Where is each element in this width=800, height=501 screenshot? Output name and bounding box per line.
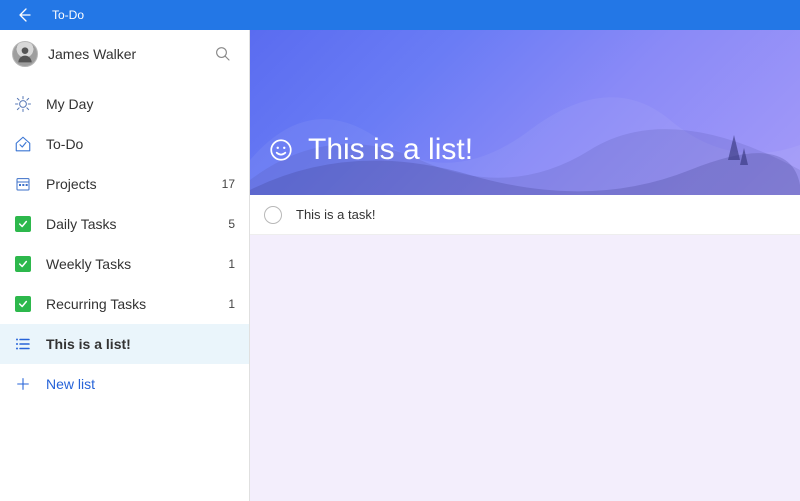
search-icon: [214, 45, 232, 63]
plus-icon: [14, 375, 32, 393]
back-button[interactable]: [0, 0, 48, 30]
username: James Walker: [48, 46, 199, 62]
green-check-icon: [14, 255, 32, 273]
main-pane: This is a list! This is a task!: [250, 30, 800, 501]
sidebar-item-my-day[interactable]: My Day: [0, 84, 249, 124]
sidebar-item-recurring-tasks[interactable]: Recurring Tasks 1: [0, 284, 249, 324]
arrow-left-icon: [16, 7, 32, 23]
sidebar-item-count: 1: [221, 297, 235, 311]
green-check-icon: [14, 295, 32, 313]
sidebar-item-projects[interactable]: Projects 17: [0, 164, 249, 204]
app-title: To-Do: [52, 8, 84, 22]
list-title[interactable]: This is a list!: [308, 133, 473, 167]
sidebar-item-label: Daily Tasks: [46, 216, 207, 232]
sidebar-item-label: Projects: [46, 176, 207, 192]
sidebar-item-count: 5: [221, 217, 235, 231]
app-body: James Walker My Day To-Do: [0, 30, 800, 501]
calendar-icon: [14, 175, 32, 193]
profile-row[interactable]: James Walker: [0, 30, 249, 78]
sidebar-item-label: My Day: [46, 96, 207, 112]
sidebar-item-weekly-tasks[interactable]: Weekly Tasks 1: [0, 244, 249, 284]
task-row[interactable]: This is a task!: [250, 195, 800, 235]
person-icon: [15, 44, 35, 64]
titlebar: To-Do: [0, 0, 800, 30]
sidebar-item-daily-tasks[interactable]: Daily Tasks 5: [0, 204, 249, 244]
task-complete-checkbox[interactable]: [264, 206, 282, 224]
list-nav: My Day To-Do Projects 17: [0, 78, 249, 364]
smiley-icon[interactable]: [268, 137, 294, 163]
task-title: This is a task!: [296, 207, 375, 222]
sidebar-item-count: 1: [221, 257, 235, 271]
green-check-icon: [14, 215, 32, 233]
home-check-icon: [14, 135, 32, 153]
sidebar: James Walker My Day To-Do: [0, 30, 250, 501]
sidebar-item-label: This is a list!: [46, 336, 207, 352]
new-list-button[interactable]: New list: [0, 364, 249, 404]
new-list-label: New list: [46, 376, 95, 392]
list-title-row: This is a list!: [250, 133, 473, 195]
sidebar-item-this-is-a-list[interactable]: This is a list!: [0, 324, 249, 364]
sidebar-item-count: 17: [221, 177, 235, 191]
sidebar-item-label: Recurring Tasks: [46, 296, 207, 312]
sidebar-item-label: Weekly Tasks: [46, 256, 207, 272]
avatar: [12, 41, 38, 67]
list-icon: [14, 335, 32, 353]
sun-icon: [14, 95, 32, 113]
list-header: This is a list!: [250, 30, 800, 195]
sidebar-item-label: To-Do: [46, 136, 207, 152]
sidebar-item-todo[interactable]: To-Do: [0, 124, 249, 164]
search-button[interactable]: [209, 40, 237, 68]
